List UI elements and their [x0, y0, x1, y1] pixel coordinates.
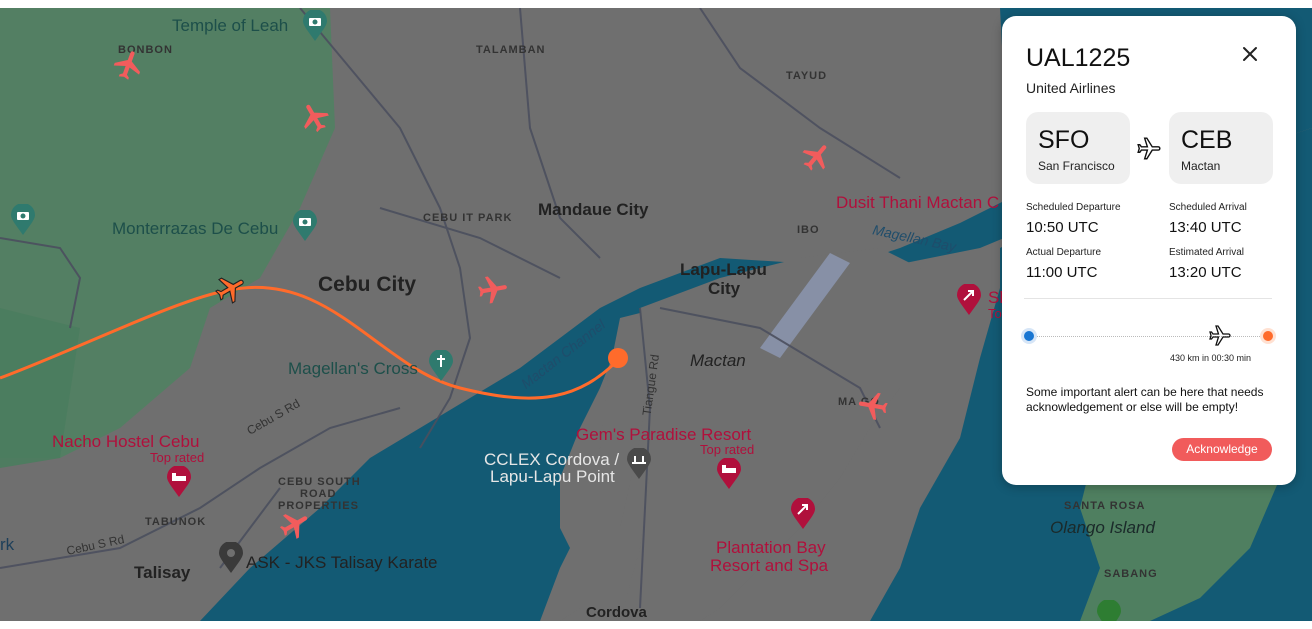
acknowledge-button[interactable]: Acknowledge	[1172, 438, 1272, 461]
resort-icon[interactable]	[956, 284, 982, 316]
label-to: To	[988, 306, 1002, 321]
scheduled-arrival-label: Scheduled Arrival	[1169, 202, 1247, 213]
destination-airport: CEB Mactan	[1169, 112, 1273, 184]
label-mactan: Mactan	[690, 351, 746, 370]
label-top-rated-2: Top rated	[700, 442, 755, 457]
label-ask-jks[interactable]: ASK - JKS Talisay Karate	[246, 553, 438, 573]
label-cebu-south-1: CEBU SOUTH	[278, 476, 361, 488]
label-cordova: Cordova	[586, 604, 647, 621]
location-pin-icon[interactable]	[218, 542, 244, 574]
airplane-icon[interactable]	[473, 270, 512, 309]
label-lapu-lapu-city: City	[708, 279, 741, 298]
label-magellans-cross[interactable]: Magellan's Cross	[288, 359, 418, 379]
label-cebu-it-park: CEBU IT PARK	[423, 212, 513, 224]
label-dusit-thani[interactable]: Dusit Thani Mactan C	[836, 193, 999, 213]
camera-icon[interactable]	[292, 210, 318, 242]
flight-number: UAL1225	[1026, 44, 1131, 72]
progress-text: 430 km in 00:30 min	[1170, 353, 1252, 363]
label-tayud: TAYUD	[786, 70, 828, 82]
resort-icon[interactable]	[790, 498, 816, 530]
label-top-rated-1: Top rated	[150, 450, 205, 465]
camera-icon[interactable]	[302, 10, 328, 42]
origin-code: SFO	[1038, 126, 1090, 154]
estimated-arrival-label: Estimated Arrival	[1169, 247, 1245, 258]
label-plantation-2[interactable]: Resort and Spa	[710, 556, 828, 576]
label-plantation-1[interactable]: Plantation Bay	[716, 538, 826, 558]
label-talisay: Talisay	[134, 563, 191, 582]
park-icon[interactable]	[1096, 600, 1122, 621]
flight-info-card: UAL1225 United Airlines SFO San Francisc…	[1002, 16, 1296, 485]
bridge-icon[interactable]	[626, 448, 652, 480]
airplane-icon	[1209, 325, 1231, 346]
progress-end-dot	[1263, 331, 1273, 341]
label-ibo: IBO	[797, 224, 820, 236]
estimated-arrival-value: 13:20 UTC	[1169, 264, 1242, 281]
label-cebu-city: Cebu City	[318, 273, 417, 296]
airplane-icon	[1137, 137, 1161, 160]
label-cebu-south-2: ROAD	[300, 488, 337, 500]
label-santa-rosa: SANTA ROSA	[1064, 500, 1146, 512]
monument-icon[interactable]	[428, 350, 454, 382]
scheduled-departure-label: Scheduled Departure	[1026, 202, 1121, 213]
divider	[1024, 298, 1272, 299]
label-monterrazas[interactable]: Monterrazas De Cebu	[112, 219, 278, 239]
alert-message: Some important alert can be here that ne…	[1026, 385, 1264, 414]
label-temple-of-leah[interactable]: Temple of Leah	[172, 16, 288, 36]
label-nacho-hostel[interactable]: Nacho Hostel Cebu	[52, 432, 199, 452]
actual-departure-label: Actual Departure	[1026, 247, 1102, 258]
camera-icon[interactable]	[10, 204, 36, 236]
actual-departure-value: 11:00 UTC	[1026, 264, 1098, 281]
label-cclex-2[interactable]: Lapu-Lapu Point	[490, 467, 615, 487]
bed-icon[interactable]	[166, 466, 192, 498]
scheduled-departure-value: 10:50 UTC	[1026, 219, 1099, 236]
destination-city: Mactan	[1181, 159, 1221, 173]
bed-icon[interactable]	[716, 458, 742, 490]
label-talamban: TALAMBAN	[476, 44, 546, 56]
destination-code: CEB	[1181, 126, 1233, 154]
close-icon[interactable]	[1238, 42, 1262, 66]
label-tabunok: TABUNOK	[145, 516, 207, 528]
label-sabang: SABANG	[1104, 568, 1158, 580]
label-mandaue-city: Mandaue City	[538, 200, 649, 219]
label-rk: rk	[0, 535, 15, 554]
progress-track	[1030, 336, 1268, 337]
label-lapu-lapu: Lapu-Lapu	[680, 260, 767, 279]
scheduled-arrival-value: 13:40 UTC	[1169, 219, 1242, 236]
airline-name: United Airlines	[1026, 80, 1116, 96]
origin-city: San Francisco	[1038, 159, 1115, 173]
origin-airport: SFO San Francisco	[1026, 112, 1130, 184]
progress-start-dot	[1024, 331, 1034, 341]
label-olango: Olango Island	[1050, 518, 1155, 537]
airplane-icon[interactable]	[853, 385, 892, 424]
